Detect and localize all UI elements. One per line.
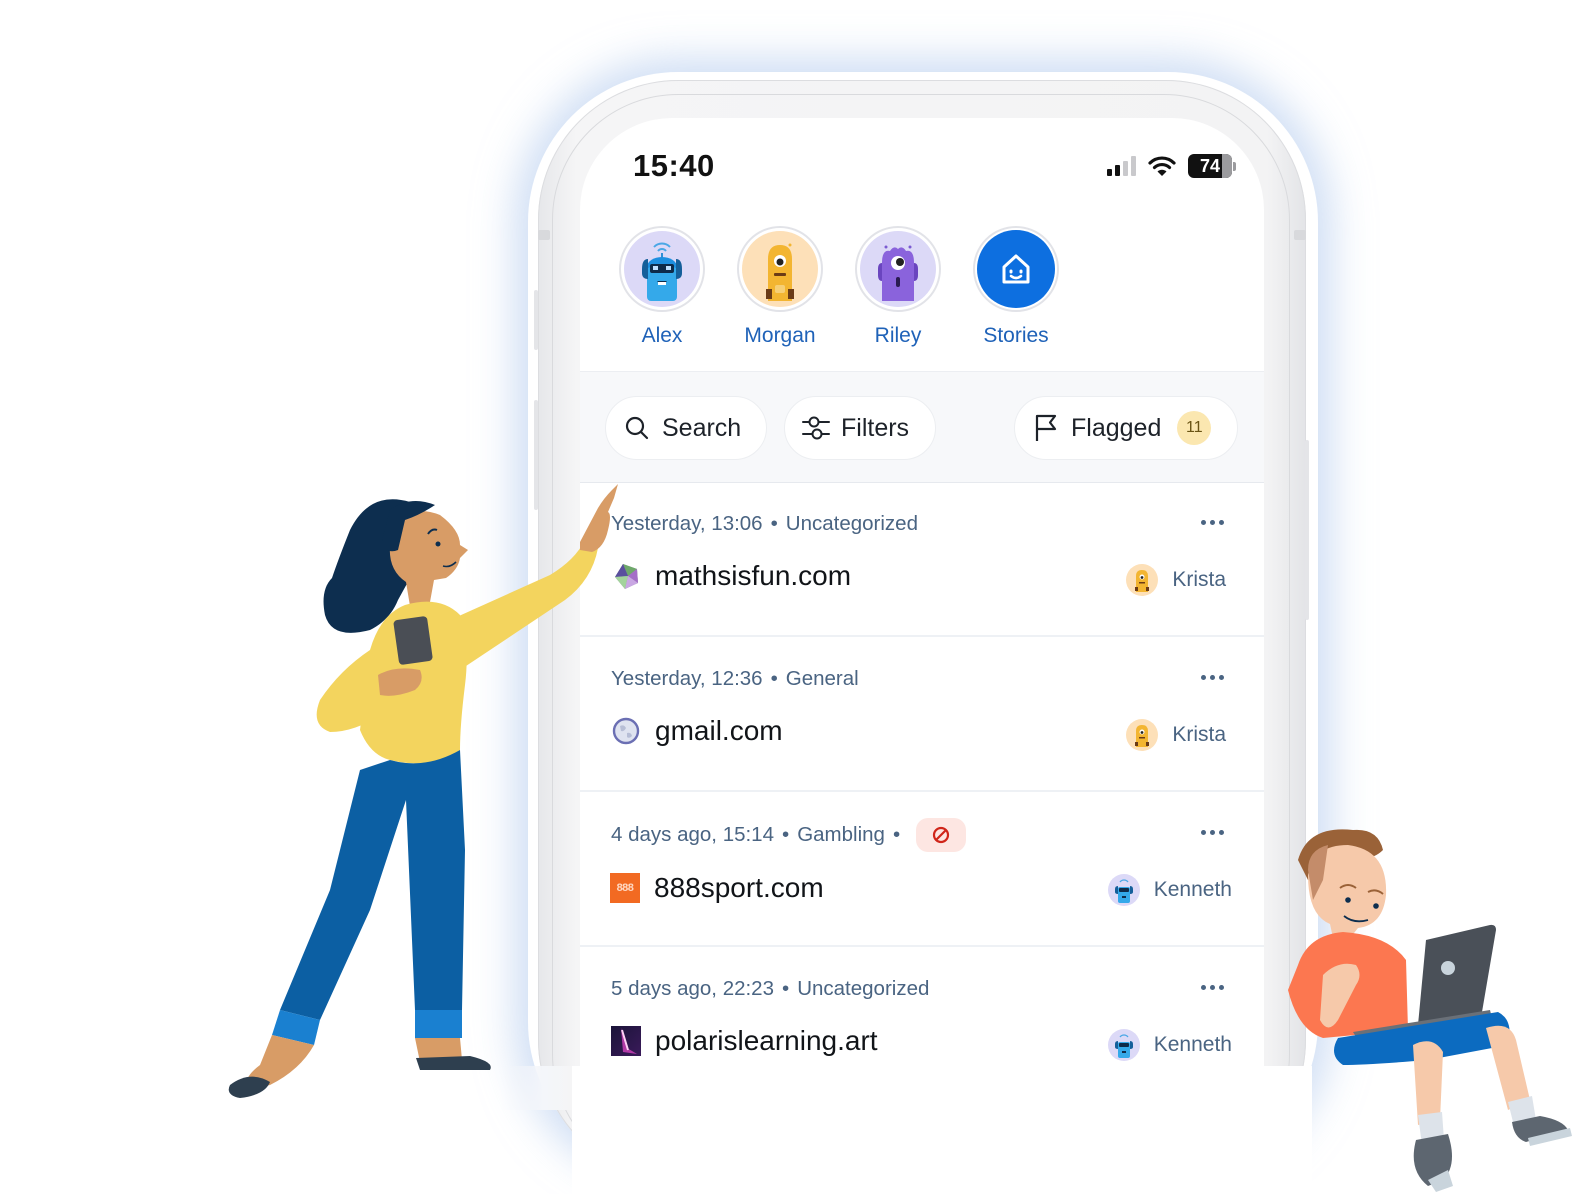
flagged-button[interactable]: Flagged 11	[1014, 396, 1238, 460]
activity-item[interactable]: 5 days ago, 22:23 • Uncategorized polari…	[580, 947, 1264, 1068]
user-name: Krista	[1172, 723, 1226, 746]
battery-level: 74	[1199, 156, 1221, 176]
blocked-icon	[933, 826, 950, 844]
yellow-monster-avatar	[1126, 719, 1159, 751]
activity-meta: Yesterday, 12:36 • General	[611, 667, 859, 691]
meta-separator: •	[782, 977, 790, 1000]
profile-alex[interactable]: Alex	[618, 226, 706, 348]
search-button[interactable]: Search	[605, 396, 767, 460]
blue-robot-avatar	[624, 231, 700, 307]
profile-riley[interactable]: Riley	[854, 226, 942, 348]
profile-name: Alex	[641, 324, 683, 347]
more-options-button[interactable]	[1201, 675, 1224, 680]
activity-category: Uncategorized	[797, 977, 930, 1000]
profile-name: Morgan	[744, 324, 816, 347]
status-time: 15:40	[633, 148, 715, 183]
activity-user: Kenneth	[1107, 1029, 1232, 1061]
flag-icon	[1035, 414, 1057, 441]
profile-name: Riley	[874, 324, 922, 347]
activity-domain: gmail.com	[655, 715, 783, 746]
phone-screen: 15:40 74 Alex Morgan Riley Stories Searc…	[580, 118, 1264, 1068]
meta-separator: •	[770, 512, 778, 535]
activity-user: Kenneth	[1107, 874, 1232, 906]
activity-domain: polarislearning.art	[655, 1025, 878, 1056]
profiles-row: Alex Morgan Riley Stories	[618, 226, 1060, 348]
yellow-monster-avatar	[1126, 564, 1159, 596]
more-options-button[interactable]	[1201, 985, 1224, 990]
toolbar: Search Filters Flagged 11	[580, 371, 1264, 483]
stories-avatar	[977, 230, 1055, 308]
activity-item[interactable]: 4 days ago, 15:14 • Gambling • 888 888sp…	[580, 792, 1264, 947]
activity-category: General	[785, 667, 859, 690]
activity-category: Uncategorized	[785, 512, 918, 535]
user-name: Kenneth	[1153, 878, 1232, 901]
profile-morgan[interactable]: Morgan	[736, 226, 824, 348]
woman-pointing-illustration	[228, 484, 618, 1098]
phone-power-button	[1305, 440, 1309, 620]
blue-robot-avatar	[1107, 874, 1140, 906]
battery-icon: 74	[1188, 154, 1236, 178]
more-options-button[interactable]	[1201, 830, 1224, 835]
blue-robot-avatar	[1107, 1029, 1140, 1061]
activity-user: Krista	[1126, 719, 1226, 751]
activity-domain: 888sport.com	[654, 872, 824, 903]
search-label: Search	[662, 413, 742, 442]
activity-domain: mathsisfun.com	[655, 560, 852, 591]
activity-user: Krista	[1126, 564, 1226, 596]
phone-volume-button	[534, 290, 538, 350]
more-options-button[interactable]	[1201, 520, 1224, 525]
cellular-signal-icon	[1107, 156, 1136, 176]
home-smile-icon	[1002, 254, 1030, 284]
purple-monster-avatar	[860, 231, 936, 307]
wifi-icon	[1148, 156, 1176, 176]
flagged-count-badge: 11	[1177, 411, 1212, 445]
meta-separator: •	[770, 667, 778, 690]
profile-stories[interactable]: Stories	[972, 226, 1060, 348]
activity-item[interactable]: Yesterday, 13:06 • Uncategorized mathsis…	[580, 482, 1264, 637]
activity-meta: Yesterday, 13:06 • Uncategorized	[611, 512, 918, 536]
activity-meta: 4 days ago, 15:14 • Gambling •	[611, 818, 967, 852]
profile-name: Stories	[983, 324, 1049, 347]
sliders-icon	[802, 416, 830, 440]
filters-label: Filters	[841, 413, 910, 442]
activity-list: Yesterday, 13:06 • Uncategorized mathsis…	[580, 482, 1264, 1068]
phone-side-button	[538, 230, 550, 240]
search-icon	[625, 416, 649, 440]
blocked-badge	[916, 818, 967, 852]
phone-side-button	[1294, 230, 1306, 240]
status-icons: 74	[1107, 154, 1236, 178]
yellow-monster-avatar	[742, 231, 818, 307]
user-name: Kenneth	[1153, 1033, 1232, 1056]
filters-button[interactable]: Filters	[784, 396, 936, 460]
activity-category: Gambling	[797, 823, 885, 846]
boy-with-laptop-illustration	[1288, 829, 1572, 1192]
user-name: Krista	[1172, 568, 1226, 591]
meta-separator: •	[782, 823, 790, 846]
activity-item[interactable]: Yesterday, 12:36 • General gmail.com Kri…	[580, 637, 1264, 792]
meta-separator: •	[892, 823, 901, 846]
activity-meta: 5 days ago, 22:23 • Uncategorized	[611, 977, 929, 1001]
flagged-label: Flagged	[1071, 413, 1162, 442]
bottom-cover	[572, 1066, 1312, 1194]
